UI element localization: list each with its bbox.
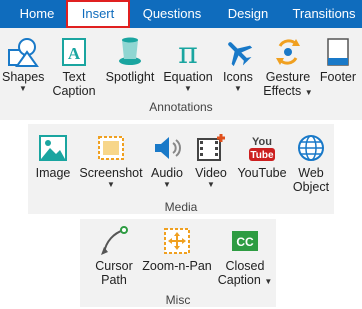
svg-text:A: A (68, 44, 81, 63)
svg-text:π: π (178, 36, 198, 68)
video-label: Video (195, 166, 227, 180)
text-caption-label: Text Caption (52, 70, 96, 98)
chevron-down-icon[interactable]: ▼ (264, 277, 272, 286)
cursor-path-label: Cursor Path (95, 259, 133, 287)
icons-button[interactable]: Icons ▼ (218, 36, 258, 93)
chevron-down-icon[interactable]: ▼ (305, 88, 313, 97)
svg-text:You: You (252, 136, 272, 148)
chevron-down-icon[interactable]: ▼ (160, 84, 216, 93)
tab-transitions[interactable]: Transitions (286, 0, 362, 28)
chevron-down-icon[interactable]: ▼ (2, 84, 44, 93)
screenshot-icon (95, 132, 127, 164)
chevron-down-icon[interactable]: ▼ (218, 84, 258, 93)
svg-text:Tube: Tube (250, 150, 274, 161)
chevron-down-icon[interactable]: ▼ (190, 180, 232, 189)
chevron-down-icon[interactable]: ▼ (146, 180, 188, 189)
video-icon (195, 132, 227, 164)
text-caption-button[interactable]: A Text Caption (50, 36, 98, 98)
screenshot-button[interactable]: Screenshot ▼ (78, 132, 144, 189)
spotlight-icon (114, 36, 146, 68)
spotlight-label: Spotlight (105, 70, 155, 84)
tab-home[interactable]: Home (10, 0, 64, 28)
speaker-icon (151, 132, 183, 164)
screenshot-label: Screenshot (79, 166, 143, 180)
annotations-group-label: Annotations (149, 100, 213, 114)
closed-caption-label: Closed Caption ▼ (217, 259, 273, 287)
audio-button[interactable]: Audio ▼ (146, 132, 188, 189)
zoom-n-pan-label: Zoom-n-Pan (142, 259, 212, 273)
globe-icon (295, 132, 327, 164)
image-button[interactable]: Image (32, 132, 74, 180)
image-label: Image (35, 166, 71, 180)
airplane-icon (222, 36, 254, 68)
footer-label: Footer (319, 70, 357, 84)
gesture-effects-button[interactable]: Gesture Effects ▼ (262, 36, 314, 100)
media-group-label: Media (164, 200, 198, 214)
chevron-down-icon[interactable]: ▼ (78, 180, 144, 189)
misc-group-label: Misc (165, 293, 191, 307)
media-group: Image Screenshot ▼ Audio ▼ Video ▼ You Tu… (28, 124, 334, 214)
svg-text:CC: CC (236, 235, 254, 249)
annotations-group: Shapes ▼ A Text Caption Spotlight π Equat… (0, 28, 362, 120)
shapes-label: Shapes (2, 70, 45, 84)
tab-questions[interactable]: Questions (138, 0, 206, 28)
tab-design[interactable]: Design (218, 0, 278, 28)
shapes-button[interactable]: Shapes ▼ (2, 36, 44, 93)
shapes-icon (7, 36, 39, 68)
spotlight-button[interactable]: Spotlight (102, 36, 158, 84)
cursor-path-button[interactable]: Cursor Path (88, 225, 140, 287)
web-object-button[interactable]: Web Object (290, 132, 332, 194)
text-caption-icon: A (58, 36, 90, 68)
tab-insert[interactable]: Insert (66, 0, 130, 28)
cursor-path-icon (98, 225, 130, 257)
video-button[interactable]: Video ▼ (190, 132, 232, 189)
equation-button[interactable]: π Equation ▼ (160, 36, 216, 93)
zoom-pan-icon (161, 225, 193, 257)
closed-caption-button[interactable]: CC Closed Caption ▼ (216, 225, 274, 289)
misc-group: Cursor Path Zoom-n-Pan CC Closed Caption ▼… (80, 219, 276, 307)
ribbon-tab-bar: Home Insert Questions Design Transitions (0, 0, 362, 28)
footer-icon (322, 36, 354, 68)
youtube-icon: You Tube (246, 132, 278, 164)
youtube-label: YouTube (237, 166, 287, 180)
zoom-n-pan-button[interactable]: Zoom-n-Pan (140, 225, 214, 273)
gesture-icon (272, 36, 304, 68)
pi-icon: π (172, 36, 204, 68)
web-object-label: Web Object (292, 166, 330, 194)
gesture-effects-label: Gesture Effects ▼ (263, 70, 313, 98)
audio-label: Audio (151, 166, 183, 180)
closed-caption-icon: CC (229, 225, 261, 257)
image-icon (37, 132, 69, 164)
equation-label: Equation (163, 70, 213, 84)
icons-label: Icons (223, 70, 253, 84)
footer-button[interactable]: Footer (316, 36, 360, 84)
youtube-button[interactable]: You Tube YouTube (236, 132, 288, 180)
